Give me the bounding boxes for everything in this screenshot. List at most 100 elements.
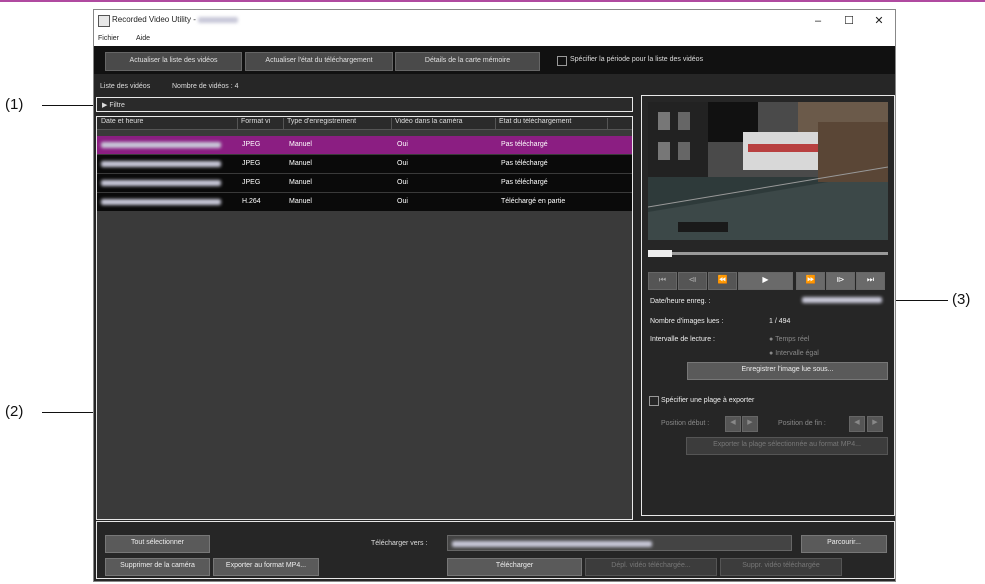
cell-status: Téléchargé en partie [501,198,566,205]
toolbar: Actualiser la liste des vidéos Actualise… [94,46,895,74]
end-next-button[interactable]: ▶ [867,416,883,432]
cell-in-camera: Oui [397,179,408,186]
callout-2-line [42,412,96,413]
callout-1-line [42,105,96,106]
col-in-camera[interactable]: Vidéo dans la caméra [395,118,496,129]
date-label: Date/heure enreg. : [650,298,711,305]
cell-status: Pas téléchargé [501,160,548,167]
realtime-label: Temps réel [775,336,810,343]
memory-card-button[interactable]: Détails de la carte mémoire [395,52,540,71]
start-position-label: Position début : [661,420,710,427]
cell-format: JPEG [242,160,261,167]
bottom-panel: Tout sélectionner Supprimer de la caméra… [96,521,895,579]
cell-type: Manuel [289,160,312,167]
video-count: Nombre de vidéos : 4 [172,83,239,90]
player-panel: ⏮ ⧏ ⏪ ▶ ⏩ ⧐ ⏭ Date/heure enreg. : Nombre… [641,95,895,516]
video-preview [648,102,888,240]
top-accent-line [0,0,985,2]
end-position-label: Position de fin : [778,420,826,427]
blurred-date [101,180,221,187]
video-list-panel: Date et heure Format vi Type d'enregistr… [96,116,633,520]
start-prev-button[interactable]: ◀ [725,416,741,432]
close-button[interactable]: ✕ [867,13,891,29]
last-frame-button[interactable]: ⏭ [856,272,885,290]
blurred-recording-date [802,297,882,304]
callout-3: (3) [952,291,971,308]
browse-button[interactable]: Parcourir... [801,535,887,553]
menu-bar: Fichier Aide [94,32,895,46]
menu-aide[interactable]: Aide [136,35,150,42]
rewind-button[interactable]: ⏪ [708,272,737,290]
seek-bar[interactable] [648,252,888,255]
play-button[interactable]: ▶ [738,272,793,290]
download-button[interactable]: Télécharger [447,558,582,576]
table-row[interactable]: JPEG Manuel Oui Pas téléchargé [97,155,632,173]
export-range-mp4-button[interactable]: Exporter la plage sélectionnée au format… [686,437,888,455]
app-icon [98,15,110,27]
cell-format: H.264 [242,198,261,205]
maximize-button[interactable]: ☐ [837,13,861,29]
period-label: Spécifier la période pour la liste des v… [570,56,704,63]
interval-label: Intervalle de lecture : [650,336,715,343]
col-type[interactable]: Type d'enregistrement [287,118,392,129]
blurred-serial [198,16,239,23]
minimize-button[interactable]: – [806,13,830,29]
save-image-button[interactable]: Enregistrer l'image lue sous... [687,362,888,380]
blurred-date [101,199,221,206]
window-title: Recorded Video Utility - [112,15,196,24]
cell-in-camera: Oui [397,160,408,167]
callout-2: (2) [5,403,24,420]
video-frame-image [648,102,888,240]
export-range-checkbox[interactable] [649,396,659,406]
refresh-download-button[interactable]: Actualiser l'état du téléchargement [245,52,393,71]
table-row[interactable]: H.264 Manuel Oui Téléchargé en partie [97,193,632,211]
table-header: Date et heure Format vi Type d'enregistr… [97,117,632,130]
seek-handle[interactable] [648,250,672,257]
table-row[interactable]: JPEG Manuel Oui Pas téléchargé [97,174,632,192]
col-status[interactable]: État du téléchargement [499,118,608,129]
download-to-label: Télécharger vers : [371,540,428,547]
cell-format: JPEG [242,179,261,186]
cell-status: Pas téléchargé [501,141,548,148]
cell-type: Manuel [289,179,312,186]
end-prev-button[interactable]: ◀ [849,416,865,432]
radio-equal-interval[interactable]: ● [769,350,773,357]
period-checkbox[interactable] [557,56,567,66]
delete-downloaded-button[interactable]: Suppr. vidéo téléchargée [720,558,842,576]
first-frame-button[interactable]: ⏮ [648,272,677,290]
move-downloaded-button[interactable]: Dépl. vidéo téléchargée... [585,558,717,576]
video-list-bar: Liste des vidéos Nombre de vidéos : 4 [94,80,895,94]
filter-label: Filtre [109,102,125,109]
cell-type: Manuel [289,198,312,205]
cell-in-camera: Oui [397,198,408,205]
cell-type: Manuel [289,141,312,148]
expand-triangle-icon: ▶ [102,102,108,109]
prev-frame-button[interactable]: ⧏ [678,272,707,290]
export-range-label: Spécifier une plage à exporter [661,397,755,404]
menu-fichier[interactable]: Fichier [98,35,119,42]
select-all-button[interactable]: Tout sélectionner [105,535,210,553]
col-date[interactable]: Date et heure [101,118,238,129]
radio-realtime[interactable]: ● [769,336,773,343]
images-label: Nombre d'images lues : [650,318,724,325]
fast-forward-button[interactable]: ⏩ [796,272,825,290]
next-frame-button[interactable]: ⧐ [826,272,855,290]
blurred-date [101,161,221,168]
export-mp4-button[interactable]: Exporter au format MP4... [213,558,319,576]
video-list-label: Liste des vidéos [100,83,151,90]
equal-interval-label: Intervalle égal [775,350,819,357]
title-bar: Recorded Video Utility - – ☐ ✕ [94,10,895,32]
download-path-field[interactable] [447,535,792,551]
images-value: 1 / 494 [769,318,791,325]
filter-bar[interactable]: ▶ Filtre [96,97,633,112]
start-next-button[interactable]: ▶ [742,416,758,432]
cell-status: Pas téléchargé [501,179,548,186]
refresh-list-button[interactable]: Actualiser la liste des vidéos [105,52,242,71]
callout-3-line [896,300,948,301]
delete-from-camera-button[interactable]: Supprimer de la caméra [105,558,210,576]
col-format[interactable]: Format vi [241,118,284,129]
blurred-date [101,142,221,149]
table-row[interactable]: JPEG Manuel Oui Pas téléchargé [97,136,632,154]
blurred-path [452,541,652,547]
cell-in-camera: Oui [397,141,408,148]
